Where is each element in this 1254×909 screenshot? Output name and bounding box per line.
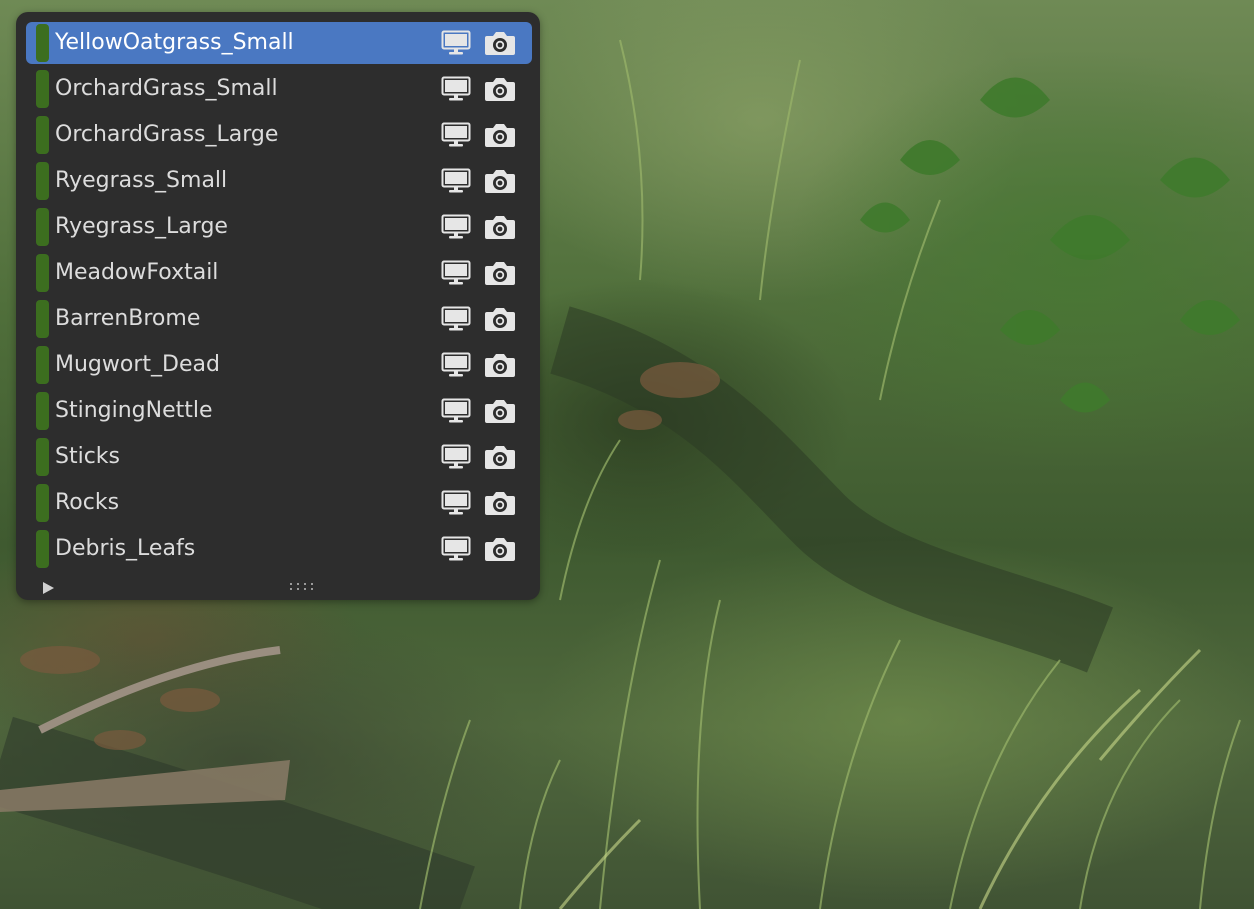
render-visibility-toggle[interactable] xyxy=(484,534,516,564)
camera-icon xyxy=(485,78,515,101)
camera-icon xyxy=(485,262,515,285)
render-visibility-toggle[interactable] xyxy=(484,28,516,58)
collection-panel: YellowOatgrass_Small OrchardGrass_Small xyxy=(16,12,540,600)
monitor-icon xyxy=(441,214,471,239)
camera-icon xyxy=(485,308,515,331)
monitor-icon xyxy=(441,76,471,101)
collection-row-rocks[interactable]: Rocks xyxy=(26,482,532,524)
collection-label: BarrenBrome xyxy=(55,306,201,331)
color-tag xyxy=(36,254,49,292)
collection-row-barrenbrome[interactable]: BarrenBrome xyxy=(26,298,532,340)
collection-row-orchardgrass-small[interactable]: OrchardGrass_Small xyxy=(26,68,532,110)
render-visibility-toggle[interactable] xyxy=(484,304,516,334)
collection-row-yellowoatgrass-small[interactable]: YellowOatgrass_Small xyxy=(26,22,532,64)
monitor-icon xyxy=(441,490,471,515)
camera-icon xyxy=(485,32,515,55)
viewport-visibility-toggle[interactable] xyxy=(440,166,472,196)
camera-icon xyxy=(485,216,515,239)
expand-toggle[interactable] xyxy=(40,580,56,596)
color-tag xyxy=(36,116,49,154)
viewport-visibility-toggle[interactable] xyxy=(440,212,472,242)
camera-icon xyxy=(485,400,515,423)
collection-list: YellowOatgrass_Small OrchardGrass_Small xyxy=(26,22,532,574)
camera-icon xyxy=(485,170,515,193)
render-visibility-toggle[interactable] xyxy=(484,350,516,380)
viewport-visibility-toggle[interactable] xyxy=(440,304,472,334)
color-tag xyxy=(36,24,49,62)
render-visibility-toggle[interactable] xyxy=(484,212,516,242)
drag-grip-icon xyxy=(290,583,313,590)
collection-label: Ryegrass_Large xyxy=(55,214,228,239)
render-visibility-toggle[interactable] xyxy=(484,396,516,426)
collection-row-orchardgrass-large[interactable]: OrchardGrass_Large xyxy=(26,114,532,156)
viewport-visibility-toggle[interactable] xyxy=(440,488,472,518)
render-visibility-toggle[interactable] xyxy=(484,488,516,518)
camera-icon xyxy=(485,354,515,377)
viewport-visibility-toggle[interactable] xyxy=(440,442,472,472)
monitor-icon xyxy=(441,260,471,285)
monitor-icon xyxy=(441,306,471,331)
color-tag xyxy=(36,162,49,200)
collection-row-ryegrass-large[interactable]: Ryegrass_Large xyxy=(26,206,532,248)
color-tag xyxy=(36,346,49,384)
collection-label: Ryegrass_Small xyxy=(55,168,228,193)
render-visibility-toggle[interactable] xyxy=(484,258,516,288)
collection-label: Mugwort_Dead xyxy=(55,352,220,377)
render-visibility-toggle[interactable] xyxy=(484,74,516,104)
collection-label: StingingNettle xyxy=(55,398,213,423)
collection-label: Rocks xyxy=(55,490,120,515)
viewport-visibility-toggle[interactable] xyxy=(440,350,472,380)
monitor-icon xyxy=(441,536,471,561)
viewport-visibility-toggle[interactable] xyxy=(440,534,472,564)
camera-icon xyxy=(485,446,515,469)
color-tag xyxy=(36,208,49,246)
collection-label: Sticks xyxy=(55,444,121,469)
monitor-icon xyxy=(441,352,471,377)
viewport-visibility-toggle[interactable] xyxy=(440,28,472,58)
color-tag xyxy=(36,300,49,338)
collection-row-meadowfoxtail[interactable]: MeadowFoxtail xyxy=(26,252,532,294)
collection-row-ryegrass-small[interactable]: Ryegrass_Small xyxy=(26,160,532,202)
monitor-icon xyxy=(441,30,471,55)
render-visibility-toggle[interactable] xyxy=(484,120,516,150)
monitor-icon xyxy=(441,398,471,423)
viewport-visibility-toggle[interactable] xyxy=(440,258,472,288)
collection-row-sticks[interactable]: Sticks xyxy=(26,436,532,478)
collection-label: OrchardGrass_Small xyxy=(55,76,278,101)
camera-icon xyxy=(485,538,515,561)
color-tag xyxy=(36,530,49,568)
color-tag xyxy=(36,438,49,476)
viewport-visibility-toggle[interactable] xyxy=(440,120,472,150)
collection-label: MeadowFoxtail xyxy=(55,260,219,285)
render-visibility-toggle[interactable] xyxy=(484,442,516,472)
monitor-icon xyxy=(441,444,471,469)
monitor-icon xyxy=(441,168,471,193)
collection-label: Debris_Leafs xyxy=(55,536,196,561)
collection-row-stingingnettle[interactable]: StingingNettle xyxy=(26,390,532,432)
color-tag xyxy=(36,70,49,108)
triangle-right-icon xyxy=(43,582,54,594)
collection-label: OrchardGrass_Large xyxy=(55,122,279,147)
color-tag xyxy=(36,484,49,522)
collection-row-debris-leafs[interactable]: Debris_Leafs xyxy=(26,528,532,570)
viewport-visibility-toggle[interactable] xyxy=(440,74,472,104)
collection-row-mugwort-dead[interactable]: Mugwort_Dead xyxy=(26,344,532,386)
camera-icon xyxy=(485,492,515,515)
camera-icon xyxy=(485,124,515,147)
render-visibility-toggle[interactable] xyxy=(484,166,516,196)
monitor-icon xyxy=(441,122,471,147)
resize-grip[interactable] xyxy=(288,580,316,594)
color-tag xyxy=(36,392,49,430)
collection-label: YellowOatgrass_Small xyxy=(55,30,294,55)
viewport-visibility-toggle[interactable] xyxy=(440,396,472,426)
